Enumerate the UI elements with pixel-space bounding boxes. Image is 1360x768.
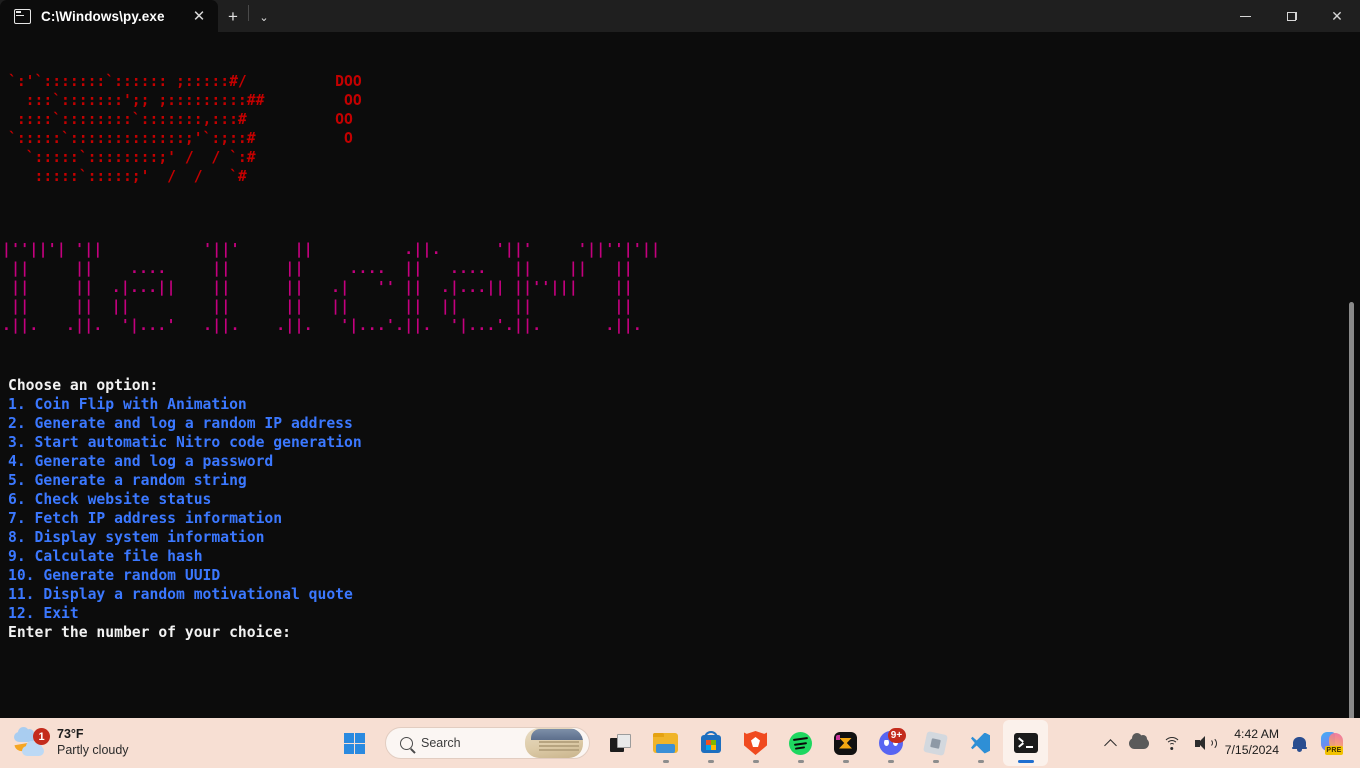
copilot-button[interactable]: PRE xyxy=(1314,721,1352,765)
search-placeholder: Search xyxy=(421,736,461,750)
windows-logo-icon xyxy=(344,732,365,754)
close-tab-icon[interactable]: ✕ xyxy=(188,5,210,27)
weather-badge: 1 xyxy=(33,728,50,745)
menu-heading: Choose an option: xyxy=(8,377,159,394)
running-indicator xyxy=(707,760,714,763)
active-indicator xyxy=(1017,760,1034,763)
minimize-button[interactable] xyxy=(1222,0,1268,32)
discord-icon: 9+ xyxy=(878,728,906,755)
taskbar-item-vscode[interactable] xyxy=(958,720,1003,766)
running-indicator xyxy=(662,760,669,763)
cloud-icon xyxy=(1128,732,1149,749)
running-indicator xyxy=(797,760,804,763)
vscode-icon xyxy=(969,732,992,755)
discord-badge: 9+ xyxy=(887,728,906,743)
menu-item[interactable]: 6. Check website status xyxy=(8,490,362,509)
taskbar-item-bow-app[interactable] xyxy=(823,720,868,766)
copilot-preview-badge: PRE xyxy=(1325,746,1343,755)
new-tab-button[interactable]: + xyxy=(218,2,248,32)
folder-icon xyxy=(653,733,678,753)
running-indicator xyxy=(977,760,984,763)
weather-text: 73°F Partly cloudy xyxy=(57,727,129,758)
menu-item[interactable]: 12. Exit xyxy=(8,604,362,623)
partly-cloudy-icon: 1 xyxy=(14,727,50,758)
store-icon xyxy=(700,731,722,755)
clock[interactable]: 4:42 AM 7/15/2024 xyxy=(1221,727,1285,759)
close-window-button[interactable]: ✕ xyxy=(1314,0,1360,32)
roblox-icon xyxy=(923,730,948,756)
ascii-art-red: `:'`:::::::`:::::: ;:::::#/ DOO :::`::::… xyxy=(8,73,362,185)
menu-block: Choose an option: 1. Coin Flip with Anim… xyxy=(8,376,362,642)
running-indicator xyxy=(887,760,894,763)
taskbar: 1 73°F Partly cloudy Search 9+ 4:42 AM 7… xyxy=(0,718,1360,768)
show-hidden-icons-button[interactable] xyxy=(1099,721,1122,765)
copilot-icon: PRE xyxy=(1321,731,1345,755)
taskbar-item-discord[interactable]: 9+ xyxy=(868,720,913,766)
clock-date: 7/15/2024 xyxy=(1224,743,1279,757)
terminal-icon xyxy=(1013,733,1038,753)
title-bar: C:\Windows\py.exe ✕ + ⌄ ✕ xyxy=(0,0,1360,32)
weather-condition: Partly cloudy xyxy=(57,743,129,757)
taskbar-item-windows-terminal[interactable] xyxy=(1003,720,1048,766)
chevron-down-icon[interactable]: ⌄ xyxy=(249,2,279,32)
clock-time: 4:42 AM xyxy=(1234,727,1279,742)
task-view-icon xyxy=(609,733,632,753)
menu-item[interactable]: 4. Generate and log a password xyxy=(8,452,362,471)
console-output-area[interactable]: `:'`:::::::`:::::: ;:::::#/ DOO :::`::::… xyxy=(0,32,1360,718)
spotify-icon xyxy=(789,731,812,755)
weather-widget[interactable]: 1 73°F Partly cloudy xyxy=(14,727,204,758)
tray-item-onedrive[interactable] xyxy=(1122,721,1156,765)
terminal-window: C:\Windows\py.exe ✕ + ⌄ ✕ `:'`:::::::`::… xyxy=(0,0,1360,718)
running-indicator xyxy=(842,760,849,763)
tab-title: C:\Windows\py.exe xyxy=(41,8,165,24)
input-prompt: Enter the number of your choice: xyxy=(8,624,291,641)
weather-temperature: 73°F xyxy=(57,727,84,742)
search-input[interactable]: Search xyxy=(385,727,590,759)
taskbar-item-brave[interactable] xyxy=(733,720,778,766)
volume-icon xyxy=(1194,735,1217,751)
menu-item[interactable]: 7. Fetch IP address information xyxy=(8,509,362,528)
brave-lion-icon xyxy=(744,731,767,755)
start-button[interactable] xyxy=(332,720,377,766)
menu-item[interactable]: 8. Display system information xyxy=(8,528,362,547)
search-icon xyxy=(400,736,413,750)
menu-item[interactable]: 2. Generate and log a random IP address xyxy=(8,414,362,433)
scrollbar-thumb[interactable] xyxy=(1349,302,1354,718)
bow-app-icon xyxy=(834,731,857,755)
running-indicator xyxy=(932,760,939,763)
chevron-up-icon xyxy=(1103,738,1117,752)
bell-icon xyxy=(1292,735,1307,752)
menu-item[interactable]: 3. Start automatic Nitro code generation xyxy=(8,433,362,452)
wifi-icon xyxy=(1162,736,1181,750)
cloud-icon xyxy=(22,741,44,756)
tray-item-network[interactable] xyxy=(1156,721,1188,765)
menu-item[interactable]: 5. Generate a random string xyxy=(8,471,362,490)
ascii-art-title: |''||'| '|| '||' || .||. '||' '||''|'|| … xyxy=(2,241,661,334)
restore-icon xyxy=(1286,11,1297,21)
window-controls: ✕ xyxy=(1222,0,1360,32)
taskbar-center: Search 9+ xyxy=(332,718,1048,768)
menu-item[interactable]: 10. Generate random UUID xyxy=(8,566,362,585)
menu-item[interactable]: 11. Display a random motivational quote xyxy=(8,585,362,604)
notifications-button[interactable] xyxy=(1285,721,1314,765)
search-thumbnail-image xyxy=(525,728,583,758)
system-tray: 4:42 AM 7/15/2024 PRE xyxy=(1099,718,1360,768)
tray-item-volume[interactable] xyxy=(1188,721,1221,765)
terminal-tab[interactable]: C:\Windows\py.exe ✕ xyxy=(0,0,218,32)
menu-item[interactable]: 9. Calculate file hash xyxy=(8,547,362,566)
console-icon xyxy=(14,8,31,24)
taskbar-item-file-explorer[interactable] xyxy=(643,720,688,766)
taskbar-item-task-view[interactable] xyxy=(598,720,643,766)
taskbar-item-roblox[interactable] xyxy=(913,720,958,766)
taskbar-item-spotify[interactable] xyxy=(778,720,823,766)
running-indicator xyxy=(752,760,759,763)
taskbar-item-microsoft-store[interactable] xyxy=(688,720,733,766)
minimize-icon xyxy=(1239,15,1251,17)
menu-item[interactable]: 1. Coin Flip with Animation xyxy=(8,395,362,414)
restore-button[interactable] xyxy=(1268,0,1314,32)
